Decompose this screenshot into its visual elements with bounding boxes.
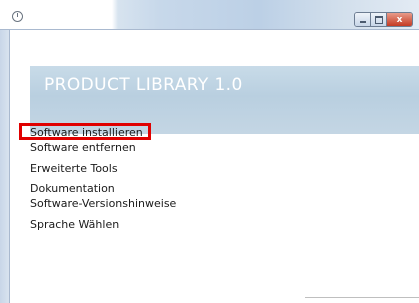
footer-divider [305,297,419,298]
banner-title: PRODUCT LIBRARY 1.0 [44,75,243,95]
highlight-box [19,123,151,140]
maximize-button[interactable] [371,13,387,26]
maximize-icon [374,15,383,24]
menu-item-release-notes[interactable]: Software-Versionshinweise [30,197,176,211]
application-window: x PRODUCT LIBRARY 1.0 Software installie… [0,0,419,303]
close-button[interactable]: x [387,13,412,26]
menu-item-remove-software[interactable]: Software entfernen [30,141,136,155]
close-icon: x [396,14,403,25]
menu-item-advanced-tools[interactable]: Erweiterte Tools [30,162,118,176]
menu-item-documentation[interactable]: Dokumentation [30,182,115,196]
minimize-icon [359,20,366,23]
menu-item-select-language[interactable]: Sprache Wählen [30,218,119,232]
app-icon[interactable] [12,11,23,22]
minimize-button[interactable] [355,13,371,26]
window-left-border [0,0,10,303]
product-banner: PRODUCT LIBRARY 1.0 [30,44,419,134]
title-bar[interactable]: x [0,0,419,30]
caption-buttons: x [354,12,413,27]
